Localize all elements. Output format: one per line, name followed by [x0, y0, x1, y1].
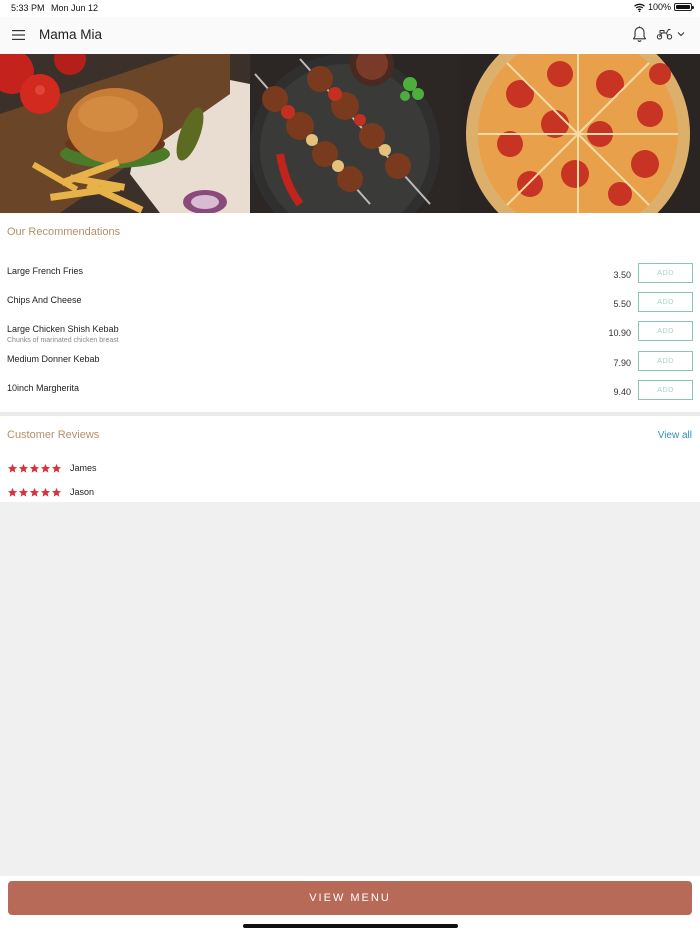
item-price: 3.50 — [613, 270, 631, 280]
view-all-reviews-link[interactable]: View all — [658, 430, 692, 441]
reviewer-name: Jason — [70, 487, 95, 497]
star-icon — [18, 487, 29, 497]
battery-percent: 100% — [647, 2, 671, 12]
star-icon — [40, 487, 51, 497]
menu-item-row: Large Chicken Shish Kebab Chunks of mari… — [0, 321, 700, 350]
star-icon — [18, 463, 29, 473]
reviewer-name: James — [70, 463, 97, 473]
home-indicator — [243, 924, 458, 928]
item-description: Chunks of marinated chicken breast — [7, 337, 119, 344]
menu-item-row: Medium Donner Kebab 7.90 ADD — [0, 351, 700, 380]
item-name: Large French Fries — [7, 266, 84, 276]
star-icon — [7, 487, 18, 497]
battery-fill — [676, 5, 690, 9]
star-icon — [29, 463, 40, 473]
add-button[interactable]: ADD — [638, 380, 693, 400]
hamburger-menu-icon[interactable] — [12, 28, 26, 42]
item-name: Chips And Cheese — [7, 295, 82, 305]
app-header: Mama Mia — [0, 17, 700, 54]
reviews-section: Customer Reviews View all James Jason — [0, 416, 700, 502]
item-price: 5.50 — [613, 299, 631, 309]
item-price: 10.90 — [608, 328, 631, 338]
view-menu-button[interactable]: VIEW MENU — [8, 881, 692, 915]
status-bar: 5:33 PM Mon Jun 12 100% — [0, 0, 700, 17]
delivery-selector[interactable] — [656, 28, 685, 40]
item-name: Medium Donner Kebab — [7, 354, 100, 364]
star-rating — [7, 463, 62, 474]
item-price: 7.90 — [613, 358, 631, 368]
wifi-icon — [634, 3, 645, 12]
review-item: James — [7, 461, 97, 475]
add-button[interactable]: ADD — [638, 263, 693, 283]
app-title: Mama Mia — [39, 27, 103, 42]
star-icon — [51, 487, 62, 497]
star-icon — [7, 463, 18, 473]
item-name: 10inch Margherita — [7, 383, 80, 393]
bell-icon[interactable] — [632, 26, 647, 48]
add-button[interactable]: ADD — [638, 351, 693, 371]
menu-item-row: 10inch Margherita 9.40 ADD — [0, 380, 700, 409]
scooter-icon — [656, 29, 673, 40]
status-date: Mon Jun 12 — [51, 3, 99, 13]
add-button[interactable]: ADD — [638, 321, 693, 341]
recommendations-title: Our Recommendations — [7, 226, 121, 238]
star-icon — [40, 463, 51, 473]
item-price: 9.40 — [613, 387, 631, 397]
menu-item-row: Large French Fries 3.50 ADD — [0, 263, 700, 292]
status-indicators: 100% — [634, 2, 694, 12]
reviews-title: Customer Reviews — [7, 429, 100, 441]
item-name: Large Chicken Shish Kebab — [7, 324, 119, 334]
battery-icon — [674, 3, 694, 11]
star-icon — [51, 463, 62, 473]
star-rating — [7, 487, 62, 498]
bottom-bar: VIEW MENU — [0, 876, 700, 934]
review-item: Jason — [7, 485, 94, 499]
star-icon — [29, 487, 40, 497]
chevron-down-icon — [677, 32, 685, 37]
recommendations-section: Our Recommendations Large French Fries 3… — [0, 213, 700, 412]
status-time: 5:33 PM — [11, 3, 45, 13]
menu-item-row: Chips And Cheese 5.50 ADD — [0, 292, 700, 321]
hero-food-banner — [0, 54, 700, 213]
add-button[interactable]: ADD — [638, 292, 693, 312]
